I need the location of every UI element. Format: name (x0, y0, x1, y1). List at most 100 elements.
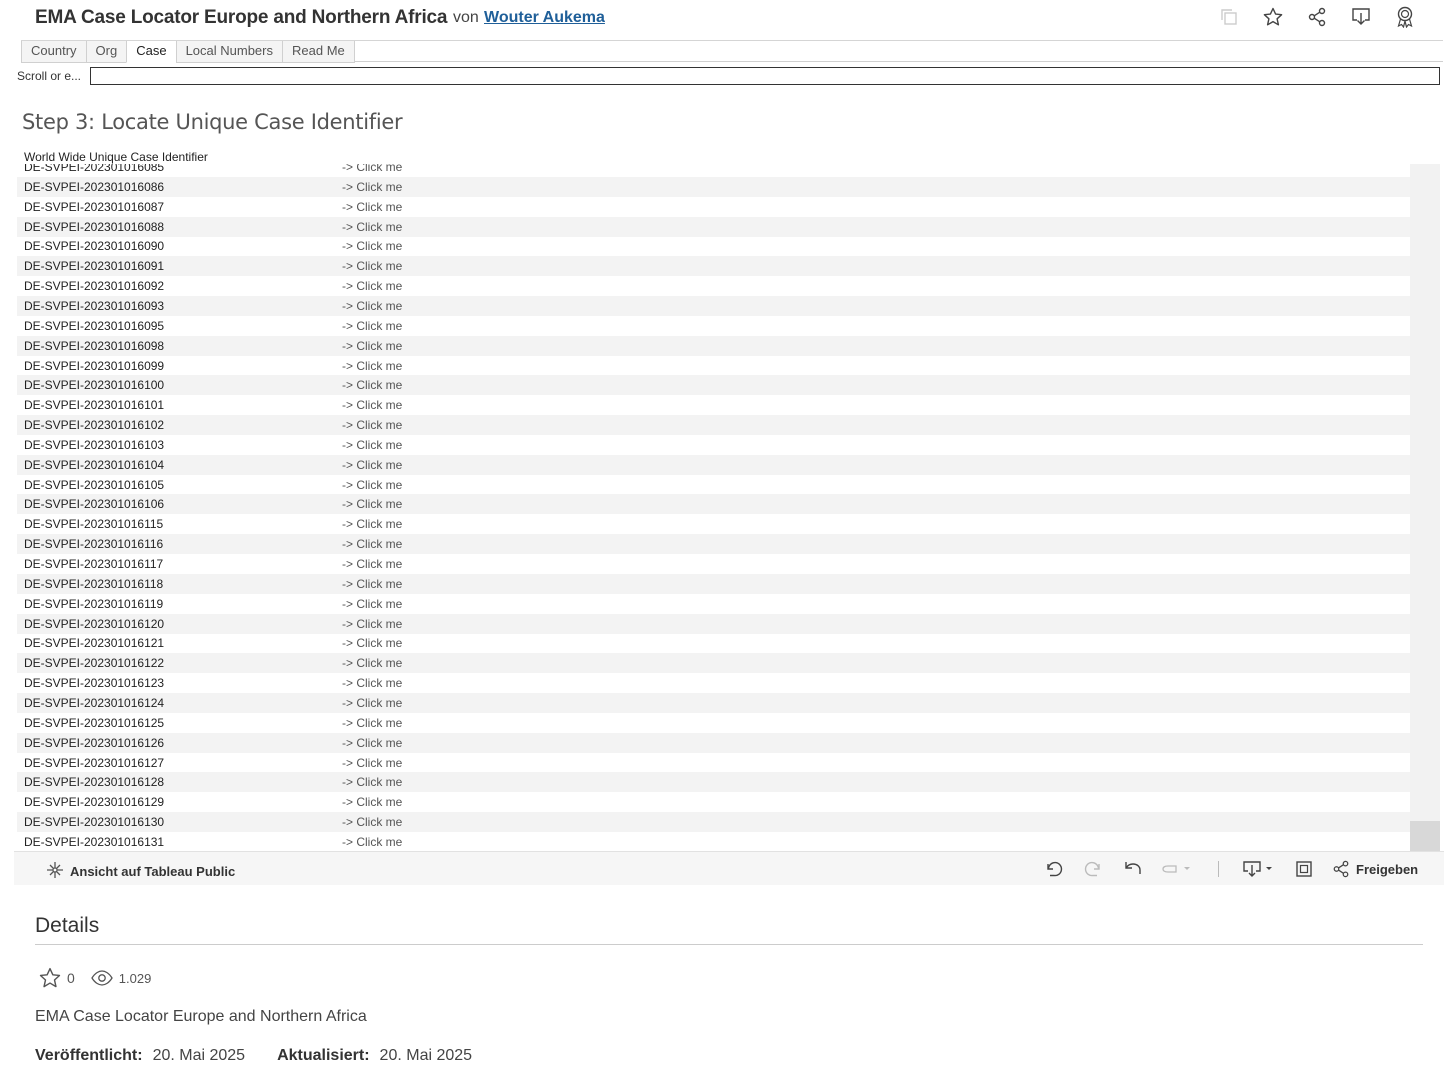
revert-icon (1125, 862, 1141, 874)
case-identifier: DE-SVPEI-202301016124 (24, 695, 165, 710)
refresh-button[interactable] (1160, 859, 1194, 879)
author-link[interactable]: Wouter Aukema (484, 9, 605, 27)
click-me-link[interactable]: -> Click me (342, 753, 402, 773)
case-identifier: DE-SVPEI-202301016101 (24, 398, 165, 413)
table-row: DE-SVPEI-202301016101 -> Click me (17, 395, 1413, 415)
tab-case[interactable]: Case (126, 41, 176, 63)
scrollbar-thumb[interactable] (1410, 821, 1440, 851)
click-me-link[interactable]: -> Click me (342, 356, 402, 376)
case-identifier: DE-SVPEI-202301016123 (24, 676, 165, 691)
click-me-link[interactable]: -> Click me (342, 554, 402, 574)
vertical-scrollbar[interactable] (1410, 164, 1440, 851)
table-row: DE-SVPEI-202301016104 -> Click me (17, 454, 1413, 475)
case-identifier: DE-SVPEI-202301016105 (24, 477, 165, 492)
star-icon[interactable] (1262, 6, 1284, 28)
table-row: DE-SVPEI-202301016128 -> Click me (17, 772, 1413, 793)
table-row: DE-SVPEI-202301016090 -> Click me (17, 236, 1413, 256)
table-row: DE-SVPEI-202301016115 -> Click me (17, 514, 1413, 534)
click-me-link[interactable]: -> Click me (342, 494, 402, 514)
click-me-link[interactable]: -> Click me (342, 375, 402, 395)
click-me-link[interactable]: -> Click me (342, 236, 402, 256)
case-identifier: DE-SVPEI-202301016100 (24, 378, 165, 393)
viz-toolbar: Ansicht auf Tableau Public Freigeben (14, 851, 1444, 885)
click-me-link[interactable]: -> Click me (342, 177, 402, 197)
tab-local-numbers[interactable]: Local Numbers (175, 41, 282, 63)
click-me-link[interactable]: -> Click me (342, 772, 402, 792)
view-on-tableau-public-button[interactable]: Ansicht auf Tableau Public (46, 861, 235, 882)
click-me-link[interactable]: -> Click me (342, 514, 402, 534)
undo-button[interactable] (1044, 859, 1064, 879)
click-me-link[interactable]: -> Click me (342, 217, 402, 237)
click-me-link[interactable]: -> Click me (342, 574, 402, 594)
filter-input[interactable] (90, 67, 1440, 85)
click-me-link[interactable]: -> Click me (342, 594, 402, 614)
tableau-logo-icon (46, 861, 64, 882)
click-me-link[interactable]: -> Click me (342, 276, 402, 296)
download-menu-button[interactable] (1242, 859, 1276, 879)
click-me-link[interactable]: -> Click me (342, 653, 402, 673)
tab-read-me[interactable]: Read Me (282, 41, 355, 63)
case-identifier: DE-SVPEI-202301016095 (24, 318, 165, 333)
details-heading: Details (35, 914, 100, 937)
tab-org[interactable]: Org (85, 41, 127, 63)
description: EMA Case Locator Europe and Northern Afr… (35, 1008, 367, 1025)
table-row: DE-SVPEI-202301016099 -> Click me (17, 356, 1413, 376)
revert-button[interactable] (1123, 859, 1143, 879)
click-me-link[interactable]: -> Click me (342, 415, 402, 435)
case-identifier: DE-SVPEI-202301016092 (24, 279, 165, 294)
table-row: DE-SVPEI-202301016095 -> Click me (17, 316, 1413, 336)
click-me-link[interactable]: -> Click me (342, 336, 402, 356)
case-identifier: DE-SVPEI-202301016117 (24, 557, 164, 571)
click-me-link[interactable]: -> Click me (342, 197, 402, 217)
click-me-link[interactable]: -> Click me (342, 435, 402, 455)
column-header: World Wide Unique Case Identifier (24, 150, 210, 164)
case-identifier: DE-SVPEI-202301016129 (24, 795, 165, 810)
click-me-link[interactable]: -> Click me (342, 812, 402, 832)
case-identifier: DE-SVPEI-202301016115 (24, 517, 164, 532)
fullscreen-button[interactable] (1294, 859, 1314, 879)
click-me-link[interactable]: -> Click me (342, 673, 402, 693)
copy-icon[interactable] (1218, 6, 1240, 28)
click-me-link[interactable]: -> Click me (342, 316, 402, 336)
click-me-link[interactable]: -> Click me (342, 713, 402, 733)
views-count: 1.029 (118, 970, 152, 986)
redo-button[interactable] (1083, 859, 1103, 879)
share-icon[interactable] (1306, 6, 1328, 28)
case-identifier: DE-SVPEI-202301016090 (24, 239, 165, 254)
download-icon[interactable] (1350, 6, 1372, 28)
case-identifier: DE-SVPEI-202301016116 (24, 537, 164, 552)
click-me-link[interactable]: -> Click me (342, 395, 402, 415)
sheet-tabs: Country Org Case Local Numbers Read Me (21, 40, 1443, 63)
case-identifier: DE-SVPEI-202301016088 (24, 219, 165, 234)
award-icon[interactable] (1394, 6, 1416, 28)
share-button[interactable]: Freigeben (1332, 860, 1418, 878)
click-me-link[interactable]: -> Click me (342, 614, 402, 634)
click-me-link[interactable]: -> Click me (342, 832, 402, 851)
step-title: Step 3: Locate Unique Case Identifier (22, 110, 403, 134)
tab-country[interactable]: Country (21, 41, 86, 63)
click-me-link[interactable]: -> Click me (342, 256, 402, 276)
table-row: DE-SVPEI-202301016098 -> Click me (17, 335, 1413, 356)
details-divider (35, 944, 1423, 945)
case-identifier: DE-SVPEI-202301016085 (24, 164, 165, 174)
click-me-link[interactable]: -> Click me (342, 792, 402, 812)
table-row: DE-SVPEI-202301016123 -> Click me (17, 673, 1413, 693)
click-me-link[interactable]: -> Click me (342, 693, 402, 713)
click-me-link[interactable]: -> Click me (342, 296, 402, 316)
table-row: DE-SVPEI-202301016131 -> Click me (17, 832, 1413, 851)
table-row: DE-SVPEI-202301016117 -> Click me (17, 554, 1413, 574)
click-me-link[interactable]: -> Click me (342, 475, 402, 495)
table-row: DE-SVPEI-202301016124 -> Click me (17, 692, 1413, 713)
click-me-link[interactable]: -> Click me (342, 534, 402, 554)
favorite-icon[interactable] (39, 967, 61, 989)
click-me-link[interactable]: -> Click me (342, 633, 402, 653)
author-prefix: von (453, 9, 479, 26)
table-row: DE-SVPEI-202301016087 -> Click me (17, 197, 1413, 217)
click-me-link[interactable]: -> Click me (342, 164, 402, 177)
click-me-link[interactable]: -> Click me (342, 733, 402, 753)
click-me-link[interactable]: -> Click me (342, 455, 402, 475)
case-identifier: DE-SVPEI-202301016128 (24, 775, 165, 790)
redo-icon (1084, 861, 1100, 877)
viz-frame: Country Org Case Local Numbers Read Me Scrol… (14, 40, 1444, 885)
stats-row: 0 1.029 (39, 967, 151, 989)
